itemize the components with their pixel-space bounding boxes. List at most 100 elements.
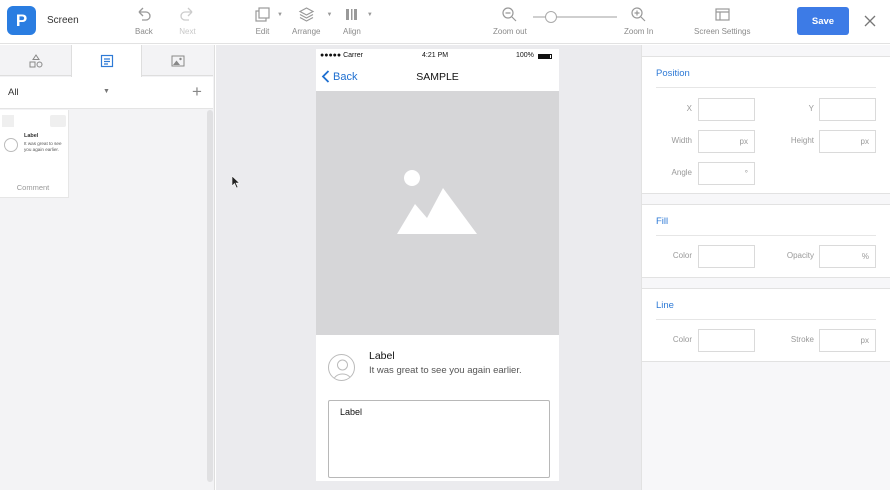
undo-icon: [138, 7, 152, 21]
chevron-down-icon[interactable]: ▼: [103, 88, 110, 95]
comment-text: It was great to see you again earlier.: [369, 365, 522, 376]
line-color-label: Color: [672, 335, 692, 344]
chevron-down-icon: ▼: [366, 12, 373, 18]
x-label: X: [686, 104, 692, 113]
unit-px: px: [860, 336, 869, 345]
screen-settings-label: Screen Settings: [694, 27, 751, 36]
y-label: Y: [808, 104, 814, 113]
zoom-out-icon: [502, 7, 517, 22]
battery-icon: [538, 54, 552, 59]
height-label: Height: [790, 136, 814, 145]
zoom-slider-handle[interactable]: [545, 11, 558, 23]
stroke-field[interactable]: px: [819, 329, 876, 352]
image-placeholder[interactable]: [316, 91, 559, 335]
next-label: Next: [179, 27, 196, 36]
align-icon: [346, 9, 358, 20]
divider: [656, 87, 876, 88]
nav-back-button[interactable]: Back: [321, 70, 357, 83]
back-label: Back: [135, 27, 153, 36]
line-color-field[interactable]: [698, 329, 755, 352]
app-logo[interactable]: P: [7, 6, 36, 35]
x-field[interactable]: [698, 98, 755, 121]
comment-label: Label: [369, 350, 395, 362]
library-tabs: [0, 45, 213, 77]
arrange-button[interactable]: Arrange ▼: [292, 6, 332, 36]
chevron-left-icon: [321, 70, 330, 83]
zoom-in-icon: [631, 7, 646, 22]
opacity-label: Opacity: [786, 251, 814, 260]
screen-settings-button[interactable]: Screen Settings: [694, 6, 750, 36]
divider: [656, 319, 876, 320]
comment-textbox[interactable]: Label: [328, 400, 550, 478]
phone-screen[interactable]: ●●●●● Carrer 4:21 PM 100% SAMPLE Back La…: [316, 49, 559, 481]
avatar: [328, 354, 355, 381]
align-button[interactable]: Align ▼: [343, 6, 373, 36]
zoom-out-label: Zoom out: [493, 27, 527, 36]
section-title-position: Position: [656, 68, 690, 79]
image-icon: [171, 55, 184, 66]
back-button[interactable]: Back: [135, 6, 153, 36]
screen-title[interactable]: Screen: [47, 15, 79, 26]
opacity-field[interactable]: %: [819, 245, 876, 268]
tab-components[interactable]: [71, 45, 142, 77]
placeholder-icon: [50, 115, 66, 127]
zoom-in-button[interactable]: Zoom In: [624, 6, 653, 36]
fill-section: Fill Color Opacity %: [642, 204, 890, 278]
edit-button[interactable]: Edit ▼: [254, 6, 283, 36]
section-title-fill: Fill: [656, 216, 669, 227]
component-name: Comment: [16, 183, 50, 192]
properties-panel: Position X Y Width px Height px Angle ° …: [641, 45, 890, 490]
screen-settings-icon: [715, 8, 730, 21]
arrange-label: Arrange: [292, 27, 321, 36]
mouse-cursor-icon: [232, 176, 240, 188]
position-section: Position X Y Width px Height px Angle °: [642, 56, 890, 194]
width-label: Width: [671, 136, 692, 145]
unit-px: px: [739, 137, 748, 146]
image-placeholder-icon: [397, 170, 477, 234]
chevron-down-icon: ▼: [326, 12, 333, 18]
redo-icon: [180, 7, 193, 21]
top-toolbar: P Screen Back Next Edit ▼ Arrange ▼ Alig…: [0, 0, 890, 44]
status-bar: ●●●●● Carrer 4:21 PM 100%: [316, 49, 559, 64]
tab-shapes[interactable]: [0, 45, 71, 76]
carrier-text: ●●●●● Carrer: [320, 52, 363, 59]
shapes-icon: [29, 53, 42, 67]
divider: [656, 235, 876, 236]
scrollbar[interactable]: [207, 110, 213, 482]
unit-degree: °: [744, 169, 748, 178]
zoom-in-label: Zoom In: [624, 27, 654, 36]
battery-percent: 100%: [516, 52, 534, 59]
fill-color-field[interactable]: [698, 245, 755, 268]
zoom-out-button[interactable]: Zoom out: [493, 6, 527, 36]
unit-percent: %: [861, 252, 869, 261]
fill-color-label: Color: [672, 251, 692, 260]
width-field[interactable]: px: [698, 130, 755, 153]
height-field[interactable]: px: [819, 130, 876, 153]
avatar: [4, 138, 18, 152]
y-field[interactable]: [819, 98, 876, 121]
close-icon[interactable]: [862, 13, 878, 29]
filter-value: All: [8, 87, 19, 98]
nav-back-label: Back: [333, 70, 358, 83]
chevron-down-icon: ▼: [277, 12, 283, 18]
stroke-label: Stroke: [790, 335, 814, 344]
align-label: Align: [343, 27, 361, 36]
navigation-bar: SAMPLE Back: [316, 64, 559, 91]
add-icon[interactable]: +: [192, 82, 202, 102]
component-library-panel: All ▼ + Label It was great to see you ag…: [0, 45, 215, 490]
edit-label: Edit: [255, 27, 270, 36]
category-filter[interactable]: All ▼ +: [0, 77, 213, 109]
unit-px: px: [860, 137, 869, 146]
layers-icon: [298, 7, 314, 22]
save-button[interactable]: Save: [797, 7, 849, 35]
section-title-line: Line: [656, 300, 674, 311]
tab-images[interactable]: [142, 45, 213, 76]
textbox-label: Label: [340, 407, 363, 417]
component-preview-label: Label: [24, 133, 39, 139]
edit-icon: [255, 7, 270, 22]
next-button[interactable]: Next: [179, 6, 196, 36]
components-icon: [100, 54, 113, 68]
angle-label: Angle: [671, 168, 692, 177]
angle-field[interactable]: °: [698, 162, 755, 185]
component-card-comment[interactable]: Label It was great to see you again earl…: [0, 110, 69, 198]
